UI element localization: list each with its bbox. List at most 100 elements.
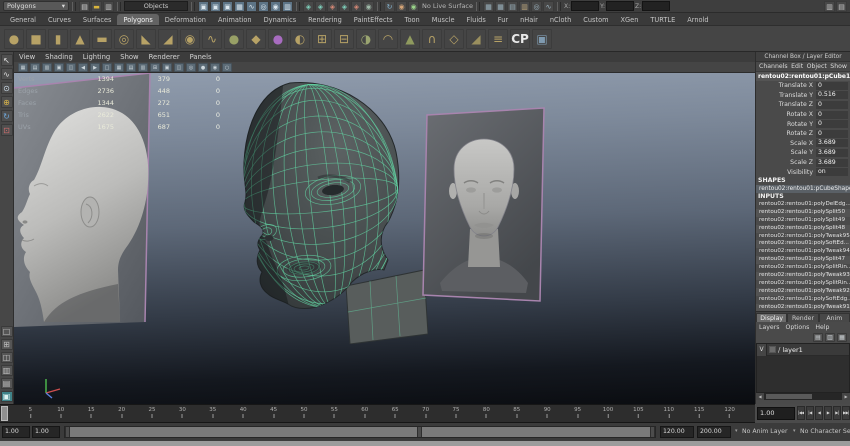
attribute-value-field[interactable]: 0 xyxy=(816,111,848,119)
render-current-icon[interactable]: ▦ xyxy=(495,1,506,12)
scrollbar-track[interactable] xyxy=(764,393,842,400)
front-reference-image-plane[interactable] xyxy=(422,105,550,307)
select-component-icon[interactable]: ▣ xyxy=(222,1,233,12)
move-tool-icon[interactable]: ⊕ xyxy=(1,96,13,108)
coordinate-input[interactable] xyxy=(642,1,670,11)
scroll-left-icon[interactable]: ◀ xyxy=(756,393,764,400)
snap-projected-center-icon[interactable]: ◈ xyxy=(339,1,350,12)
ipr-view-icon[interactable]: ▤ xyxy=(507,1,518,12)
shelf-tab[interactable]: TURTLE xyxy=(644,14,681,25)
playback-button[interactable]: ▶| xyxy=(833,406,841,420)
input-node-item[interactable]: rentou02:rentou01:polyTweak91 xyxy=(756,304,850,312)
view-prev-icon[interactable]: ◀ xyxy=(78,63,88,72)
playback-button[interactable]: ◀ xyxy=(815,406,823,420)
selected-object-name[interactable]: rentou02:rentou01:pCube1 xyxy=(756,72,850,81)
channel-box-menu-item[interactable]: Edit xyxy=(791,63,803,70)
shaded-mode-icon[interactable]: ● xyxy=(198,63,208,72)
select-tool-icon[interactable]: ↖ xyxy=(1,54,13,66)
select-deformation-icon[interactable]: ◉ xyxy=(270,1,281,12)
input-node-item[interactable]: rentou02:rentou01:polySplit48 xyxy=(756,225,850,233)
ipr-render-icon[interactable]: ◉ xyxy=(408,1,419,12)
attribute-value-field[interactable]: 0 xyxy=(816,120,848,128)
anim-layer-dropdown-icon[interactable]: ▾ xyxy=(735,428,738,434)
new-layer-icon[interactable]: ▥ xyxy=(825,333,835,342)
shelf-tab[interactable]: Deformation xyxy=(159,14,212,25)
playback-button[interactable]: |◀ xyxy=(806,406,814,420)
select-camera-icon[interactable]: ▦ xyxy=(18,63,28,72)
four-pane-layout-icon[interactable]: ⊞ xyxy=(1,339,13,350)
command-line-strip[interactable] xyxy=(0,441,850,446)
combine-icon[interactable]: ⊞ xyxy=(312,29,332,49)
coordinate-field[interactable]: Y: xyxy=(600,1,634,11)
safe-title-icon[interactable]: ◫ xyxy=(174,63,184,72)
playback-end-field[interactable]: 120.00 xyxy=(660,426,694,438)
status-group-grip[interactable] xyxy=(476,2,480,11)
input-node-item[interactable]: rentou02:rentou01:polySoftEd... xyxy=(756,240,850,248)
construction-history-icon[interactable]: ↻ xyxy=(384,1,395,12)
coordinate-input[interactable] xyxy=(606,1,634,11)
layer-editor-menu-item[interactable]: Layers xyxy=(759,324,779,331)
status-group-grip[interactable] xyxy=(117,2,121,11)
panel-menu-item[interactable]: Lighting xyxy=(83,53,110,61)
paint-select-tool-icon[interactable]: ⊙ xyxy=(1,82,13,94)
playback-start-field[interactable]: 1.00 xyxy=(32,426,60,438)
shelf-tab[interactable]: Curves xyxy=(42,14,77,25)
viewport-canvas[interactable]: Verts 1394 379 0 Edges 2736 448 0 Faces xyxy=(14,73,755,404)
input-node-item[interactable]: rentou02:rentou01:polySplitRin... xyxy=(756,280,850,288)
attribute-value-field[interactable]: 3.689 xyxy=(816,149,848,157)
shelf-tab[interactable]: Fluids xyxy=(461,14,492,25)
attribute-value-field[interactable]: 3.689 xyxy=(816,159,848,167)
snap-grid-icon[interactable]: ◈ xyxy=(303,1,314,12)
channel-box-menu-item[interactable]: Object xyxy=(807,63,827,70)
safe-action-icon[interactable]: ▣ xyxy=(162,63,172,72)
input-node-item[interactable]: rentou02:rentou01:polySplit47 xyxy=(756,256,850,264)
shelf-tab[interactable]: Fur xyxy=(492,14,514,25)
layer-color-swatch[interactable] xyxy=(769,346,776,353)
field-chart-icon[interactable]: ⊞ xyxy=(150,63,160,72)
wedge-icon[interactable]: ◢ xyxy=(466,29,486,49)
shelf-tab[interactable]: Rendering xyxy=(302,14,348,25)
attribute-value-field[interactable]: on xyxy=(816,168,848,176)
poly-plane-icon[interactable]: ▬ xyxy=(92,29,112,49)
view-next-icon[interactable]: ▶ xyxy=(90,63,100,72)
open-scene-icon[interactable]: ▬ xyxy=(91,1,102,12)
shelf-tab[interactable]: Toon xyxy=(399,14,426,25)
coordinate-field[interactable]: X: xyxy=(564,1,599,11)
shelf-tab[interactable]: General xyxy=(4,14,42,25)
layer-editor-tab[interactable]: Render xyxy=(787,313,818,322)
camera-attributes-icon[interactable]: ▥ xyxy=(42,63,52,72)
input-node-item[interactable]: rentou02:rentou01:polyTweak94 xyxy=(756,248,850,256)
save-scene-icon[interactable]: ▥ xyxy=(103,1,114,12)
shelf-tab[interactable]: Arnold xyxy=(681,14,714,25)
input-node-item[interactable]: rentou02:rentou01:polySplitRin... xyxy=(756,264,850,272)
mirror-icon[interactable]: ◐ xyxy=(290,29,310,49)
make-live-icon[interactable]: ◉ xyxy=(363,1,374,12)
select-curve-icon[interactable]: ∿ xyxy=(246,1,257,12)
shape-node-item[interactable]: rentou02:rentou01:pCubeShape1 xyxy=(756,185,850,193)
status-group-grip[interactable] xyxy=(191,2,195,11)
paint-effects-icon[interactable]: ∿ xyxy=(543,1,554,12)
animation-start-field[interactable]: 1.00 xyxy=(2,426,30,438)
gate-mask-icon[interactable]: ▥ xyxy=(138,63,148,72)
attribute-value-field[interactable]: 0 xyxy=(816,101,848,109)
attribute-value-field[interactable]: 3.689 xyxy=(816,139,848,147)
status-group-grip[interactable] xyxy=(72,2,76,11)
poly-soccer-icon[interactable]: ● xyxy=(224,29,244,49)
input-node-item[interactable]: rentou02:rentou01:polySoftEdg... xyxy=(756,296,850,304)
input-node-item[interactable]: rentou02:rentou01:polyDelEdg... xyxy=(756,201,850,209)
poly-pyramid-icon[interactable]: ◢ xyxy=(158,29,178,49)
selection-mode-field[interactable]: Objects xyxy=(124,1,188,11)
attribute-editor-toggle-icon[interactable]: ▤ xyxy=(836,1,847,12)
sidebar-toggle-icon[interactable]: ▥ xyxy=(824,1,835,12)
playback-button[interactable]: ▶ xyxy=(824,406,832,420)
range-mid-handle[interactable] xyxy=(417,427,422,437)
status-group-grip[interactable] xyxy=(296,2,300,11)
poly-cube-icon[interactable]: ■ xyxy=(26,29,46,49)
wireframe-mode-icon[interactable]: ◎ xyxy=(186,63,196,72)
lighting-mode-icon[interactable]: ○ xyxy=(222,63,232,72)
select-object-icon[interactable]: ▣ xyxy=(210,1,221,12)
layer-row[interactable]: V / layer1 xyxy=(757,344,849,356)
pane-outliner-layout-icon[interactable]: ▥ xyxy=(1,365,13,376)
layer-visibility-toggle[interactable]: V xyxy=(757,344,767,356)
poly-sphere-icon[interactable]: ● xyxy=(4,29,24,49)
